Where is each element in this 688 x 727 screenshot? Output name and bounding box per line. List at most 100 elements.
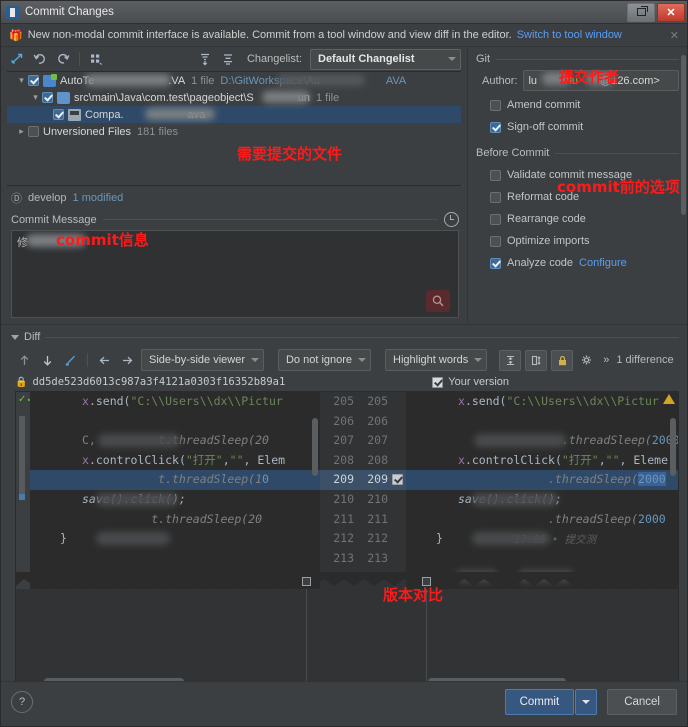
option-amend-commit[interactable]: Amend commit <box>490 99 679 111</box>
option-analyze-code[interactable]: Analyze code Configure <box>490 257 679 269</box>
tree-row-unversioned[interactable]: ▸ Unversioned Files 181 files <box>7 123 461 140</box>
tree-row-label-tail: un <box>297 91 310 104</box>
app-icon <box>6 5 19 19</box>
author-field[interactable]: lu <lu @126.com> <box>523 70 679 91</box>
edit-icon[interactable] <box>61 351 80 370</box>
close-window-button[interactable]: ✕ <box>657 2 685 22</box>
changelist-value: Default Changelist <box>318 53 415 65</box>
configure-link[interactable]: Configure <box>579 257 627 269</box>
row-checkbox[interactable] <box>28 126 39 137</box>
title-bar: Commit Changes ✕ <box>1 1 687 24</box>
line-number: 211 <box>333 511 354 526</box>
code-line: .threadSleep(2000 <box>458 511 666 526</box>
line-number: 205 <box>367 394 388 408</box>
dialog-footer: ? Commit Cancel <box>1 681 687 722</box>
changelist-dropdown[interactable]: Default Changelist <box>310 48 461 70</box>
row-checkbox[interactable] <box>28 75 39 86</box>
analyze-code-checkbox[interactable] <box>490 257 501 269</box>
cancel-button[interactable]: Cancel <box>607 689 677 715</box>
apply-left-icon[interactable] <box>95 351 114 370</box>
diff-section-header: Diff <box>1 325 687 347</box>
commit-message-input[interactable]: 修 <box>11 230 459 318</box>
tree-row-folder[interactable]: ▾ src\main\Java\com.test\pageobject\S un… <box>7 89 461 106</box>
diff-viewer[interactable]: ✓✓ x.send("C:\\Users\\dx\\Pictur C, t.th… <box>15 391 679 689</box>
row-checkbox[interactable] <box>42 92 53 103</box>
tree-row-label: Compa. <box>85 108 124 121</box>
options-scrollbar[interactable] <box>681 55 686 215</box>
file-tree[interactable]: ▾ AutoTe .VA 1 file D:\GitWorkspace\Au A… <box>7 71 461 186</box>
line-accept-checkbox[interactable] <box>392 474 403 485</box>
tree-row-module[interactable]: ▾ AutoTe .VA 1 file D:\GitWorkspace\Au A… <box>7 72 461 89</box>
line-number: 206 <box>333 413 354 428</box>
rollback-icon[interactable] <box>30 50 50 69</box>
option-rearrange-code[interactable]: Rearrange code <box>490 213 679 225</box>
notification-close-icon[interactable]: ✕ <box>668 29 681 42</box>
before-commit-group-title: Before Commit <box>476 147 550 159</box>
search-icon[interactable] <box>426 290 450 312</box>
tree-row-label-tail: ava <box>187 108 206 121</box>
rearrange-code-checkbox[interactable] <box>490 213 501 225</box>
whitespace-icon[interactable] <box>525 349 548 371</box>
commit-dropdown-button[interactable] <box>575 689 598 715</box>
refresh-icon[interactable] <box>53 50 73 69</box>
line-number: 205 <box>333 394 354 408</box>
collapse-all-icon[interactable] <box>218 50 238 69</box>
twisty-icon[interactable]: ▾ <box>29 92 42 103</box>
settings-gear-icon[interactable] <box>577 351 596 370</box>
more-options-icon[interactable]: » <box>603 354 609 366</box>
code-line: t.threadSleep(20 <box>82 511 263 526</box>
your-version-checkbox[interactable] <box>432 376 444 388</box>
history-clock-icon[interactable] <box>444 212 459 227</box>
tree-row-path-tail: AVA <box>385 74 407 87</box>
chevron-down-icon <box>474 358 483 362</box>
ignore-mode-dropdown[interactable]: Do not ignore <box>277 349 372 371</box>
option-reformat-code[interactable]: Reformat code <box>490 191 679 203</box>
switch-to-tool-window-link[interactable]: Switch to tool window <box>517 29 622 41</box>
reformat-code-checkbox[interactable] <box>490 191 501 203</box>
row-checkbox[interactable] <box>53 109 64 120</box>
viewer-mode-value: Side-by-side viewer <box>149 354 245 366</box>
validate-commit-message-label: Validate commit message <box>507 169 633 181</box>
lock-icon: 🔒 <box>15 376 28 388</box>
apply-right-icon[interactable] <box>118 351 137 370</box>
dialog-body: Changelist: Default Changelist ▾ AutoTe … <box>1 47 687 722</box>
tree-row-path: D:\GitWorkspace\Au <box>220 74 320 87</box>
difference-count: 1 difference <box>616 354 674 366</box>
highlight-mode-dropdown[interactable]: Highlight words <box>385 349 488 371</box>
warning-triangle-icon[interactable] <box>663 394 675 404</box>
collapse-unchanged-icon[interactable] <box>499 349 522 371</box>
right-vertical-scrollbar[interactable] <box>670 418 676 476</box>
next-difference-icon[interactable] <box>38 351 57 370</box>
validate-commit-message-checkbox[interactable] <box>490 169 501 181</box>
option-validate-commit-message[interactable]: Validate commit message <box>490 169 679 181</box>
collapse-triangle-icon[interactable] <box>11 334 19 340</box>
folder-icon <box>57 91 70 104</box>
expand-all-icon[interactable] <box>195 50 215 69</box>
amend-commit-checkbox[interactable] <box>490 99 501 111</box>
twisty-icon[interactable]: ▾ <box>15 75 28 86</box>
left-vertical-scrollbar[interactable] <box>312 418 318 476</box>
modified-count[interactable]: 1 modified <box>73 192 124 204</box>
fold-handle-right[interactable] <box>422 577 431 586</box>
sign-off-commit-checkbox[interactable] <box>490 121 501 133</box>
fold-handle-left[interactable] <box>302 577 311 586</box>
viewer-mode-dropdown[interactable]: Side-by-side viewer <box>141 349 264 371</box>
reformat-code-label: Reformat code <box>507 191 580 203</box>
help-button[interactable]: ? <box>11 691 33 713</box>
group-by-icon[interactable] <box>86 50 106 69</box>
prev-difference-icon[interactable] <box>15 351 34 370</box>
sign-off-commit-label: Sign-off commit <box>507 121 584 133</box>
twisty-icon[interactable]: ▸ <box>15 126 28 137</box>
changes-column: Changelist: Default Changelist ▾ AutoTe … <box>1 47 468 324</box>
commit-button[interactable]: Commit <box>504 689 575 715</box>
option-optimize-imports[interactable]: Optimize imports <box>490 235 679 247</box>
move-to-another-changelist-icon[interactable] <box>7 50 27 69</box>
restore-window-button[interactable] <box>627 2 655 22</box>
lock-icon[interactable] <box>551 349 574 371</box>
optimize-imports-checkbox[interactable] <box>490 235 501 247</box>
diff-section: Diff Side-by-side viewer Do not ignore H… <box>1 324 687 689</box>
tree-row-count: 181 files <box>137 125 179 138</box>
option-sign-off-commit[interactable]: Sign-off commit <box>490 121 679 133</box>
tree-row-file[interactable]: Compa. ava <box>7 106 461 123</box>
